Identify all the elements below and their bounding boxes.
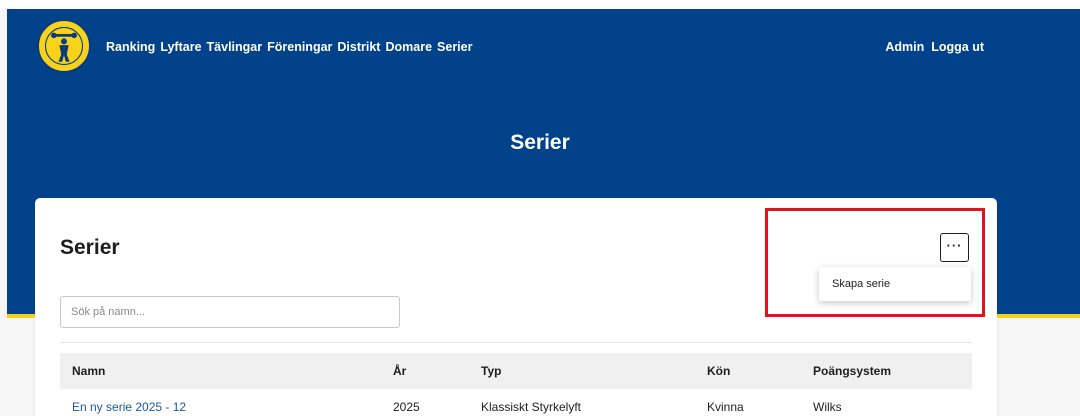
top-border xyxy=(0,0,1080,9)
series-name-link[interactable]: En ny serie 2025 - 12 xyxy=(72,400,186,414)
cell-gender: Kvinna xyxy=(707,400,744,414)
nav-item-ranking[interactable]: Ranking xyxy=(106,40,155,54)
highlight-annotation-box xyxy=(765,208,985,317)
cell-points-system: Wilks xyxy=(813,400,842,414)
cell-type: Klassiskt Styrkelyft xyxy=(481,400,582,414)
table-header: Namn År Typ Kön Poängsystem xyxy=(60,353,972,389)
card-title: Serier xyxy=(60,236,120,259)
column-header-poangsystem[interactable]: Poängsystem xyxy=(813,364,891,378)
user-nav: Admin Logga ut xyxy=(885,40,984,54)
column-header-kon[interactable]: Kön xyxy=(707,364,730,378)
nav-item-foreningar[interactable]: Föreningar xyxy=(267,40,332,54)
nav-item-tavlingar[interactable]: Tävlingar xyxy=(207,40,263,54)
table-row[interactable]: En ny serie 2025 - 12 2025 Klassiskt Sty… xyxy=(60,396,972,416)
nav-item-serier[interactable]: Serier xyxy=(437,40,472,54)
column-header-namn[interactable]: Namn xyxy=(72,364,105,378)
federation-logo[interactable] xyxy=(37,19,91,73)
nav-item-distrikt[interactable]: Distrikt xyxy=(337,40,380,54)
column-header-typ[interactable]: Typ xyxy=(481,364,501,378)
nav-item-admin[interactable]: Admin xyxy=(885,40,924,54)
page-title: Serier xyxy=(510,131,570,154)
nav-item-logout[interactable]: Logga ut xyxy=(931,40,984,54)
column-header-ar[interactable]: År xyxy=(393,364,406,378)
divider xyxy=(60,342,972,343)
main-nav: Ranking Lyftare Tävlingar Föreningar Dis… xyxy=(106,40,472,54)
nav-item-domare[interactable]: Domare xyxy=(385,40,432,54)
cell-year: 2025 xyxy=(393,400,420,414)
search-input[interactable] xyxy=(60,296,400,328)
logo-emblem-icon xyxy=(40,22,88,70)
nav-item-lyftare[interactable]: Lyftare xyxy=(160,40,201,54)
